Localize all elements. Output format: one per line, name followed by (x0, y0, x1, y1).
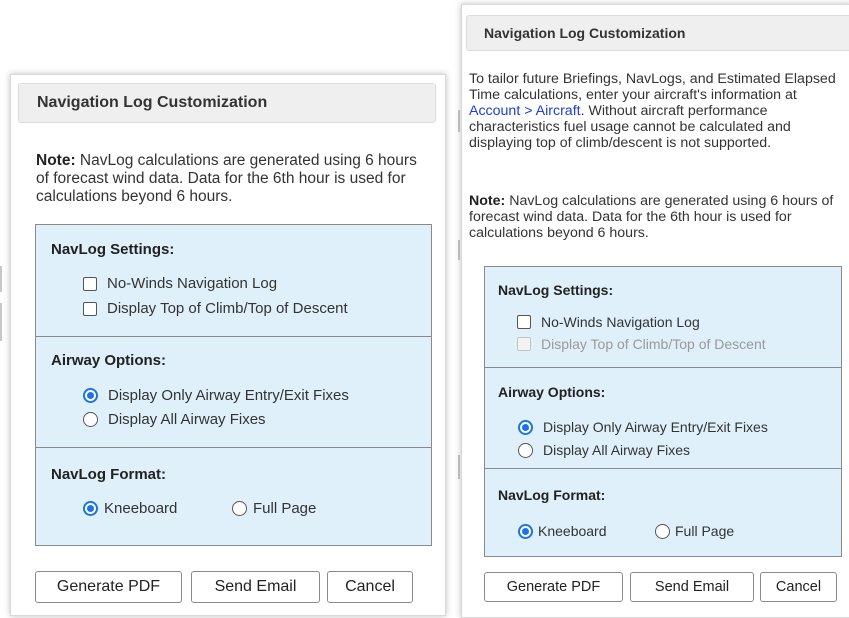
generate-pdf-button[interactable]: Generate PDF (484, 572, 623, 602)
entry-exit-radio[interactable]: Display Only Airway Entry/Exit Fixes (83, 387, 349, 404)
radio-unselected[interactable] (518, 442, 533, 458)
navlog-options-panel: NavLog Settings: No-Winds Navigation Log… (35, 224, 432, 546)
background-fragment (0, 303, 2, 341)
right-navlog-dialog: Navigation Log Customization To tailor f… (461, 4, 849, 618)
wind-data-note: Note: NavLog calculations are generated … (36, 152, 428, 206)
no-winds-label: No-Winds Navigation Log (107, 275, 278, 292)
entry-exit-radio[interactable]: Display Only Airway Entry/Exit Fixes (518, 419, 768, 435)
note-label: Note: (36, 152, 76, 169)
all-fixes-radio[interactable]: Display All Airway Fixes (518, 442, 690, 458)
toc-tod-label: Display Top of Climb/Top of Descent (541, 336, 766, 352)
airway-options-section: Airway Options: Display Only Airway Entr… (485, 367, 841, 469)
send-email-button[interactable]: Send Email (630, 572, 754, 602)
background-fragment (458, 110, 460, 132)
radio-unselected[interactable] (232, 501, 247, 516)
background-fragment (458, 455, 460, 479)
note-text: NavLog calculations are generated using … (469, 193, 834, 241)
dialog-title: Navigation Log Customization (37, 94, 268, 111)
wind-data-note: Note: NavLog calculations are generated … (469, 193, 845, 241)
cancel-button[interactable]: Cancel (327, 571, 413, 603)
radio-unselected[interactable] (655, 523, 670, 539)
background-fragment (0, 266, 2, 292)
dialog-title-bar: Navigation Log Customization (466, 15, 849, 51)
airway-options-title: Airway Options: (498, 384, 606, 400)
background-fragment (458, 240, 460, 260)
send-email-button[interactable]: Send Email (191, 571, 320, 603)
dialog-title: Navigation Log Customization (484, 25, 686, 41)
all-fixes-label: Display All Airway Fixes (108, 411, 266, 428)
radio-unselected[interactable] (83, 412, 98, 427)
generate-pdf-button[interactable]: Generate PDF (35, 571, 182, 603)
entry-exit-label: Display Only Airway Entry/Exit Fixes (108, 387, 349, 404)
full-page-radio[interactable]: Full Page (655, 523, 734, 539)
navlog-settings-section: NavLog Settings: No-Winds Navigation Log… (485, 267, 841, 367)
left-navlog-dialog: Navigation Log Customization Note: NavLo… (10, 74, 446, 616)
radio-selected[interactable] (518, 419, 533, 435)
full-page-label: Full Page (253, 500, 317, 517)
aircraft-info-intro: To tailor future Briefings, NavLogs, and… (469, 71, 845, 151)
checkbox-box[interactable] (83, 301, 97, 316)
note-label: Note: (469, 193, 506, 209)
airway-options-section: Airway Options: Display Only Airway Entr… (36, 336, 431, 448)
navlog-format-section: NavLog Format: Kneeboard Full Page (485, 468, 841, 555)
note-text: NavLog calculations are generated using … (36, 152, 417, 205)
navlog-settings-title: NavLog Settings: (498, 282, 614, 298)
navlog-settings-title: NavLog Settings: (51, 241, 175, 258)
navlog-format-section: NavLog Format: Kneeboard Full Page (36, 447, 431, 544)
kneeboard-label: Kneeboard (538, 523, 607, 539)
all-fixes-label: Display All Airway Fixes (543, 442, 691, 458)
no-winds-label: No-Winds Navigation Log (541, 314, 700, 330)
account-aircraft-link[interactable]: Account > Aircraft (469, 103, 581, 119)
radio-selected[interactable] (83, 388, 98, 403)
navlog-options-panel: NavLog Settings: No-Winds Navigation Log… (484, 266, 842, 557)
airway-options-title: Airway Options: (51, 352, 167, 369)
full-page-label: Full Page (675, 523, 735, 539)
toc-tod-checkbox[interactable]: Display Top of Climb/Top of Descent (83, 300, 348, 317)
checkbox-box[interactable] (83, 276, 97, 291)
navlog-settings-section: NavLog Settings: No-Winds Navigation Log… (36, 225, 431, 336)
entry-exit-label: Display Only Airway Entry/Exit Fixes (543, 419, 768, 435)
dialog-title-bar: Navigation Log Customization (18, 83, 436, 123)
checkbox-box-disabled (517, 337, 531, 351)
no-winds-checkbox[interactable]: No-Winds Navigation Log (83, 275, 277, 292)
navlog-format-title: NavLog Format: (498, 487, 606, 503)
toc-tod-label: Display Top of Climb/Top of Descent (107, 300, 348, 317)
no-winds-checkbox[interactable]: No-Winds Navigation Log (517, 314, 700, 330)
kneeboard-radio[interactable]: Kneeboard (518, 523, 607, 539)
checkbox-box[interactable] (517, 315, 531, 329)
cancel-button[interactable]: Cancel (760, 572, 837, 602)
all-fixes-radio[interactable]: Display All Airway Fixes (83, 411, 266, 428)
kneeboard-radio[interactable]: Kneeboard (83, 500, 177, 517)
radio-selected[interactable] (83, 501, 98, 516)
navlog-format-title: NavLog Format: (51, 466, 167, 483)
full-page-radio[interactable]: Full Page (232, 500, 316, 517)
radio-selected[interactable] (518, 523, 533, 539)
kneeboard-label: Kneeboard (104, 500, 178, 517)
toc-tod-checkbox-disabled: Display Top of Climb/Top of Descent (517, 336, 766, 352)
intro-text-start: To tailor future Briefings, NavLogs, and… (469, 71, 836, 103)
